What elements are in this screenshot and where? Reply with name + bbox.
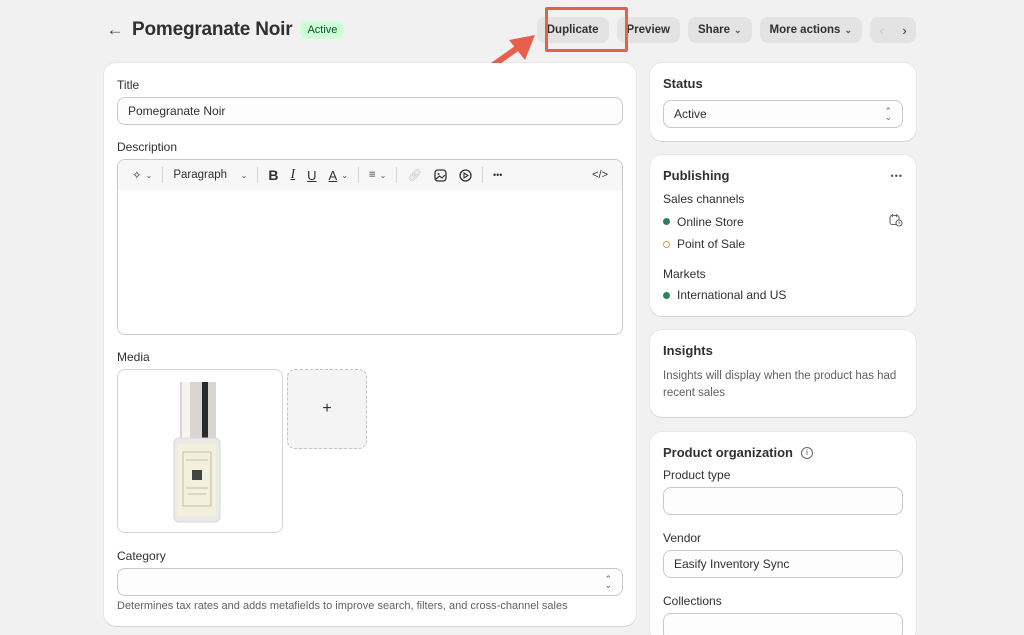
market-name: International and US — [677, 288, 787, 302]
category-help-text: Determines tax rates and adds metafields… — [117, 600, 568, 612]
insert-link-button[interactable]: 🔗︎ — [401, 164, 428, 186]
underline-button[interactable]: U — [301, 164, 322, 186]
publishing-title: Publishing — [663, 168, 730, 183]
channel-item: Online Store — [663, 213, 903, 230]
product-type-input[interactable] — [663, 487, 903, 515]
status-value: Active — [674, 107, 707, 121]
active-dot-icon — [663, 218, 670, 225]
text-color-button[interactable]: A ⌄ — [323, 164, 354, 186]
inactive-dot-icon — [663, 240, 670, 248]
product-details-card: Title Pomegranate Noir Description ✧ ⌄ Pa… — [104, 63, 636, 626]
align-left-icon: ≡ — [368, 169, 376, 181]
duplicate-label: Duplicate — [546, 24, 599, 36]
arrow-left-icon: ← — [106, 20, 124, 39]
insert-video-button[interactable] — [453, 164, 478, 186]
format-label: Paragraph — [173, 169, 228, 181]
page-title: Pomegranate Noir — [132, 19, 293, 40]
share-button[interactable]: Share ⌄ — [688, 17, 752, 43]
back-button[interactable]: ← — [104, 19, 126, 41]
markets-label: Markets — [663, 267, 706, 281]
align-button[interactable]: ≡ ⌄ — [363, 164, 392, 186]
chevron-down-icon: ⌄ — [733, 24, 742, 35]
ai-generate-button[interactable]: ✧ ⌄ — [126, 164, 158, 186]
vendor-value: Easify Inventory Sync — [674, 557, 790, 571]
previous-product-button[interactable]: ‹ — [870, 23, 893, 38]
title-input[interactable]: Pomegranate Noir — [117, 97, 623, 125]
vendor-label: Vendor — [663, 531, 702, 545]
product-organization-title: Product organization — [663, 445, 793, 460]
toolbar-divider — [481, 167, 483, 183]
toolbar-divider — [257, 167, 259, 183]
editor-toolbar: ✧ ⌄ Paragraph ⌄ B I U A ⌄ ≡ ⌄ 🔗︎ ••• </> — [118, 160, 622, 190]
channel-name: Online Store — [677, 214, 744, 229]
add-media-button[interactable]: + — [287, 369, 367, 449]
media-thumbnail[interactable] — [117, 369, 283, 533]
italic-button[interactable]: I — [284, 164, 301, 186]
select-chevrons-icon: ⌃ ⌄ — [884, 106, 892, 122]
media-label: Media — [117, 350, 150, 364]
title-value: Pomegranate Noir — [128, 104, 226, 118]
plus-icon: + — [322, 400, 332, 417]
chevron-down-icon: ⌄ — [379, 170, 387, 180]
chevron-down-icon: ⌄ — [844, 24, 852, 35]
more-formatting-button[interactable]: ••• — [487, 164, 508, 186]
category-select[interactable]: ⌃ ⌄ — [117, 568, 623, 596]
preview-label: Preview — [626, 24, 670, 36]
toolbar-divider — [357, 167, 359, 183]
play-icon — [459, 168, 472, 182]
chevron-down-icon: ⌄ — [341, 170, 348, 180]
status-card: Status Active ⌃ ⌄ — [650, 63, 916, 141]
collections-label: Collections — [663, 594, 722, 608]
product-pager: ‹ › — [870, 17, 916, 43]
more-actions-button[interactable]: More actions ⌄ — [759, 17, 862, 43]
image-icon — [434, 168, 447, 182]
description-label: Description — [117, 140, 178, 154]
channel-item: Point of Sale — [663, 237, 903, 251]
collections-input[interactable] — [663, 613, 903, 635]
status-select[interactable]: Active ⌃ ⌄ — [663, 100, 903, 128]
header-actions: Duplicate Preview Share ⌄ More actions ⌄ ‹… — [536, 17, 916, 43]
market-item: International and US — [663, 288, 903, 302]
calendar-clock-icon — [889, 214, 903, 227]
sparkle-icon: ✧ — [132, 170, 142, 182]
perfume-bottle-image — [173, 382, 221, 523]
toolbar-divider — [162, 167, 164, 183]
paragraph-format-select[interactable]: Paragraph ⌄ — [167, 164, 253, 186]
toolbar-divider — [396, 167, 398, 183]
info-icon[interactable]: i — [801, 446, 813, 459]
product-type-label: Product type — [663, 468, 731, 482]
chevron-down-icon: ⌄ — [145, 170, 153, 180]
insights-title: Insights — [663, 343, 713, 358]
text-color-icon: A — [328, 167, 338, 183]
status-badge: Active — [300, 21, 345, 39]
insights-card: Insights Insights will display when the … — [650, 330, 916, 417]
duplicate-button[interactable]: Duplicate — [536, 17, 609, 43]
bold-button[interactable]: B — [262, 164, 284, 186]
schedule-button[interactable] — [889, 213, 903, 230]
publishing-more-button[interactable]: ••• — [891, 171, 903, 181]
share-label: Share — [698, 24, 730, 36]
chevron-down-icon: ⌄ — [240, 170, 248, 180]
insert-image-button[interactable] — [428, 164, 453, 186]
next-product-button[interactable]: › — [893, 23, 916, 38]
category-label: Category — [117, 549, 166, 563]
active-dot-icon — [663, 291, 670, 299]
link-icon: 🔗︎ — [407, 170, 422, 182]
select-chevrons-icon: ⌃ ⌄ — [604, 574, 612, 590]
product-organization-card: Product organization i Product type Vend… — [650, 432, 916, 635]
more-actions-label: More actions — [769, 24, 841, 36]
description-textarea[interactable] — [118, 190, 622, 334]
sales-channels-label: Sales channels — [663, 192, 745, 206]
preview-button[interactable]: Preview — [616, 17, 680, 43]
channel-name: Point of Sale — [677, 237, 746, 251]
insights-text: Insights will display when the product h… — [663, 370, 897, 399]
publishing-card: Publishing ••• Sales channels Online Sto… — [650, 155, 916, 316]
vendor-input[interactable]: Easify Inventory Sync — [663, 550, 903, 578]
html-view-button[interactable]: </> — [586, 164, 614, 186]
status-card-title: Status — [663, 76, 703, 91]
description-editor: ✧ ⌄ Paragraph ⌄ B I U A ⌄ ≡ ⌄ 🔗︎ ••• </> — [117, 159, 623, 335]
page-header: ← Pomegranate Noir Active Duplicate Prev… — [104, 14, 916, 46]
title-label: Title — [117, 78, 140, 92]
